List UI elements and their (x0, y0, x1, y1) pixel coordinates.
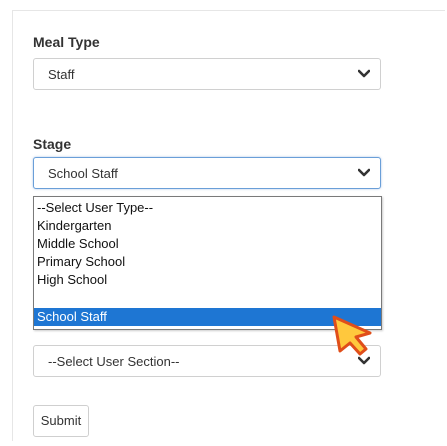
meal-type-value: Staff (48, 67, 75, 82)
submit-button[interactable]: Submit (33, 405, 89, 437)
stage-option[interactable]: Kindergarten (34, 217, 381, 235)
stage-option[interactable]: --Select User Type-- (34, 199, 381, 217)
chevron-down-icon (358, 69, 370, 78)
stage-option[interactable]: Middle School (34, 235, 381, 253)
meal-type-select[interactable]: Staff (33, 58, 381, 90)
chevron-down-icon (358, 168, 370, 177)
stage-label: Stage (33, 136, 72, 152)
stage-option[interactable]: Primary School (34, 253, 381, 271)
chevron-down-icon (358, 356, 370, 365)
section-value: --Select User Section-- (48, 354, 180, 369)
stage-value: School Staff (48, 166, 118, 181)
stage-select[interactable]: School Staff (33, 157, 381, 189)
stage-option[interactable]: High School (34, 271, 381, 289)
pointer-cursor-icon (332, 315, 372, 356)
meal-type-label: Meal Type (33, 34, 100, 50)
